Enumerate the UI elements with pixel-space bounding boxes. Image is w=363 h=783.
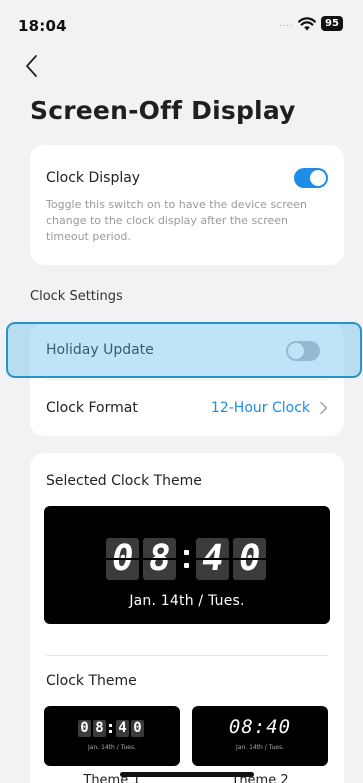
clock-format-value[interactable]: 12-Hour Clock xyxy=(211,400,310,416)
clock-settings-card: Holiday Update Clock Format 12-Hour Cloc… xyxy=(30,323,344,436)
clock-digit: 8 xyxy=(143,538,176,580)
theme-1-thumbnail[interactable]: 0 8 4 0 Jan. 14th / Tues. xyxy=(44,706,180,766)
mini-digit: 0 xyxy=(131,720,144,737)
divider xyxy=(46,655,328,656)
colon-dot xyxy=(109,730,112,733)
selected-clock-preview: 0 8 4 0 Jan. 14th / Tues. xyxy=(44,506,330,624)
clock-display-label: Clock Display xyxy=(46,170,141,186)
toggle-knob xyxy=(288,343,304,359)
colon-dot xyxy=(184,563,189,568)
battery-indicator: 95 xyxy=(321,16,343,31)
status-bar: 18:04 .... 95 xyxy=(0,0,363,46)
mini-colon xyxy=(109,724,113,734)
page-title: Screen-Off Display xyxy=(30,96,296,125)
clock-format-label[interactable]: Clock Format xyxy=(46,400,138,416)
selected-theme-label: Selected Clock Theme xyxy=(46,473,202,489)
signal-icon: .... xyxy=(279,18,293,29)
clock-theme-label: Clock Theme xyxy=(46,673,137,689)
colon-dot xyxy=(109,724,112,727)
toggle-knob xyxy=(310,170,326,186)
digit-text: 4 xyxy=(118,720,127,736)
digit-seam xyxy=(143,558,176,560)
clock-digit: 0 xyxy=(106,538,139,580)
status-time: 18:04 xyxy=(18,17,67,35)
clock-date: Jan. 14th / Tues. xyxy=(129,593,245,609)
clock-display-card: Clock Display Toggle this switch on to h… xyxy=(30,145,344,265)
divider xyxy=(46,379,328,380)
chevron-left-icon[interactable] xyxy=(24,53,40,79)
mini-digit: 4 xyxy=(116,720,129,737)
clock-digits: 0 8 4 0 xyxy=(44,538,330,580)
holiday-update-label: Holiday Update xyxy=(46,342,154,358)
digit-seam xyxy=(196,558,229,560)
theme-2-thumbnail[interactable]: 08:40 Jan. 14th / Tues. xyxy=(192,706,328,766)
digit-text: 0 xyxy=(133,720,142,736)
mini-digit: 0 xyxy=(78,720,91,737)
mini-digit: 8 xyxy=(93,720,106,737)
clock-settings-header: Clock Settings xyxy=(30,289,123,304)
holiday-update-toggle[interactable] xyxy=(286,341,320,361)
colon-dot xyxy=(184,550,189,555)
home-indicator[interactable] xyxy=(120,772,254,777)
digit-seam xyxy=(106,558,139,560)
thumb-time: 08:40 xyxy=(228,716,292,738)
chevron-right-icon[interactable] xyxy=(319,401,328,415)
clock-digit: 0 xyxy=(233,538,266,580)
clock-display-description: Toggle this switch on to have the device… xyxy=(46,198,308,243)
digit-text: 0 xyxy=(80,720,89,736)
thumb-date: Jan. 14th / Tues. xyxy=(236,744,284,751)
clock-display-toggle[interactable] xyxy=(294,168,328,188)
digit-text: 8 xyxy=(95,720,104,736)
thumb-date: Jan. 14th / Tues. xyxy=(88,744,136,751)
clock-digit: 4 xyxy=(196,538,229,580)
wifi-icon xyxy=(298,16,316,30)
status-icons: .... 95 xyxy=(280,16,343,31)
thumb-digits: 0 8 4 0 xyxy=(44,720,180,738)
clock-theme-card: Selected Clock Theme 0 8 4 0 Jan. 14th /… xyxy=(30,453,344,783)
clock-colon xyxy=(183,544,191,574)
digit-seam xyxy=(233,558,266,560)
